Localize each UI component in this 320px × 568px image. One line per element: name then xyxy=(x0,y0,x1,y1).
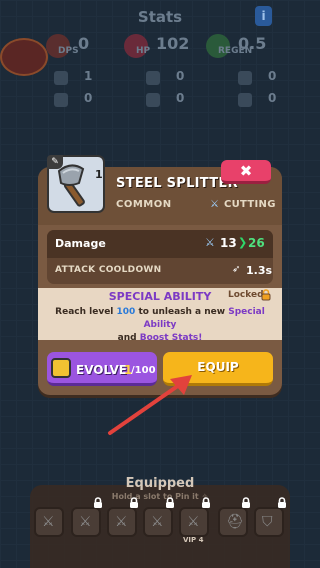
tutorial-arrow-icon xyxy=(108,375,192,435)
stats-row-2: 0 0 0 xyxy=(44,90,308,110)
description-text: to unleash a new xyxy=(135,307,229,317)
vip-label: VIP 4 xyxy=(183,536,204,544)
cooldown-label: ATTACK COOLDOWN xyxy=(55,265,162,275)
damage-label: Damage xyxy=(55,237,106,250)
item-level: 1 xyxy=(95,168,103,181)
sword-icon: ⚔ xyxy=(115,514,128,530)
game-logo xyxy=(0,38,48,76)
equip-slot-2[interactable]: ⚔ xyxy=(71,507,101,537)
equip-slot-1[interactable]: ⚔ xyxy=(34,507,64,537)
stat-icon xyxy=(54,93,68,107)
required-level: 100 xyxy=(116,307,136,317)
sword-icon: ⚔ xyxy=(205,236,215,249)
stat-icon xyxy=(238,93,252,107)
stats-screen-title: Stats xyxy=(137,8,183,26)
stat-cell: 1 xyxy=(44,68,124,88)
lock-icon xyxy=(202,497,210,508)
stat-value: 0 xyxy=(176,69,185,83)
dps-value: 0 xyxy=(78,34,90,53)
equip-slot-shield[interactable]: ⛉ xyxy=(254,507,284,537)
dps-label: DPS xyxy=(58,46,79,56)
stat-icon xyxy=(54,71,68,85)
locked-label: Locked xyxy=(228,290,264,300)
lock-icon xyxy=(278,497,286,508)
hp-stat: HP 102 xyxy=(124,34,212,58)
item-rarity: COMMON xyxy=(116,199,172,210)
description-text: and xyxy=(117,333,140,343)
stat-icon xyxy=(146,93,160,107)
chevron-right-icon: ❯ xyxy=(238,236,248,249)
sword-icon: ⚔ xyxy=(42,514,55,530)
regen-value: 0.5 xyxy=(238,34,267,53)
special-ability-description: Reach level 100 to unleash a new Special… xyxy=(52,306,268,345)
equip-slot-helmet[interactable]: ⛑ xyxy=(218,507,248,537)
lock-icon xyxy=(242,497,250,508)
lock-icon xyxy=(166,497,174,508)
stat-cell: 0 xyxy=(228,90,308,110)
cooldown-value: 1.3s xyxy=(246,264,273,277)
evolve-icon xyxy=(51,358,71,378)
sword-icon: ⚔ xyxy=(151,514,164,530)
stat-cell: 0 xyxy=(228,68,308,88)
stat-value: 1 xyxy=(84,69,93,83)
speed-icon: ➶ xyxy=(232,264,241,275)
equip-slot-5[interactable]: ⚔ xyxy=(179,507,209,537)
boost-stats-highlight: Boost Stats! xyxy=(139,333,203,343)
stats-row-1: 1 0 0 xyxy=(44,68,308,88)
stat-value: 0 xyxy=(268,91,277,105)
stat-value: 0 xyxy=(268,69,277,83)
stat-cell: 0 xyxy=(136,68,216,88)
regen-stat: REGEN 0.5 xyxy=(206,34,294,58)
equip-slot-3[interactable]: ⚔ xyxy=(107,507,137,537)
stat-icon xyxy=(146,71,160,85)
info-button[interactable]: i xyxy=(255,6,272,26)
sword-icon: ⚔ xyxy=(210,199,219,210)
shield-icon: ⛉ xyxy=(262,514,273,530)
item-type: CUTTING xyxy=(224,199,276,210)
description-text: Reach level xyxy=(55,307,117,317)
equipped-hint: Hold a slot to Pin it ✧ xyxy=(111,492,209,501)
damage-current: 13 xyxy=(220,236,237,250)
hp-value: 102 xyxy=(156,34,190,53)
sword-icon: ⚔ xyxy=(79,514,92,530)
item-name: STEEL SPLITTER xyxy=(116,176,238,191)
dps-stat: DPS 0 xyxy=(46,34,134,58)
damage-next: 26 xyxy=(248,236,265,250)
equip-slot-4[interactable]: ⚔ xyxy=(143,507,173,537)
stat-cell: 0 xyxy=(136,90,216,110)
lock-icon xyxy=(130,497,138,508)
lock-icon xyxy=(261,289,271,301)
sword-icon: ⚔ xyxy=(187,514,200,530)
lock-icon xyxy=(94,497,102,508)
stat-icon xyxy=(238,71,252,85)
stat-cell: 0 xyxy=(44,90,124,110)
close-button[interactable]: ✖ xyxy=(221,160,271,184)
stat-value: 0 xyxy=(176,91,185,105)
hp-label: HP xyxy=(136,46,151,56)
equipped-title: Equipped xyxy=(125,476,195,491)
helmet-icon: ⛑ xyxy=(226,514,244,530)
pin-icon: ✎ xyxy=(47,155,63,169)
stat-value: 0 xyxy=(84,91,93,105)
